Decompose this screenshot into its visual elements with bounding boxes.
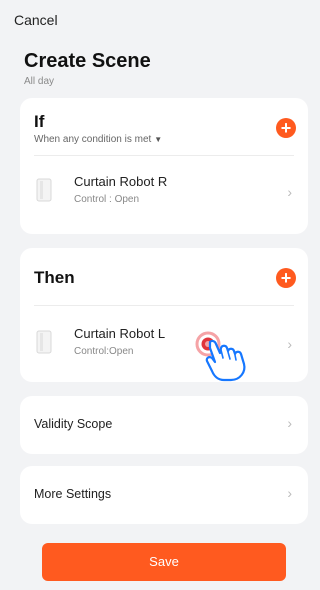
validity-scope-row[interactable]: Validity Scope › [20,396,308,454]
condition-mode-dropdown[interactable]: When any condition is met ▼ [34,134,162,145]
plus-icon: + [280,118,292,138]
device-action: Control:Open [74,346,134,357]
chevron-right-icon: › [287,184,292,200]
tap-hand-icon [195,331,246,382]
action-device-row[interactable]: Curtain Robot L Control:Open › [20,312,308,378]
device-name: Curtain Robot R [74,174,168,189]
divider [34,155,294,156]
if-section-title: If [34,112,45,131]
then-section-title: Then [34,268,75,287]
chevron-right-icon: › [287,336,292,352]
validity-scope-label: Validity Scope [34,417,113,431]
cancel-button[interactable]: Cancel [14,12,58,28]
caret-down-icon: ▼ [154,135,163,144]
add-action-button[interactable]: + [276,268,296,288]
device-action: Control : Open [74,194,140,205]
divider [34,305,294,306]
if-card: If When any condition is met ▼ + Curtain … [20,98,308,234]
chevron-right-icon: › [287,415,292,431]
condition-mode-label: When any condition is met [34,134,152,145]
page-subtitle: All day [24,76,55,87]
more-settings-label: More Settings [34,487,112,501]
then-card: Then + Curtain Robot L Control:Open › [20,248,308,382]
curtain-device-icon [36,178,52,202]
plus-icon: + [280,268,292,288]
add-condition-button[interactable]: + [276,118,296,138]
page-title: Create Scene [24,50,151,72]
more-settings-row[interactable]: More Settings › [20,466,308,524]
chevron-right-icon: › [287,485,292,501]
device-name: Curtain Robot L [74,326,166,341]
curtain-device-icon [36,330,52,354]
condition-device-row[interactable]: Curtain Robot R Control : Open › [20,160,308,226]
save-button[interactable]: Save [42,543,286,581]
